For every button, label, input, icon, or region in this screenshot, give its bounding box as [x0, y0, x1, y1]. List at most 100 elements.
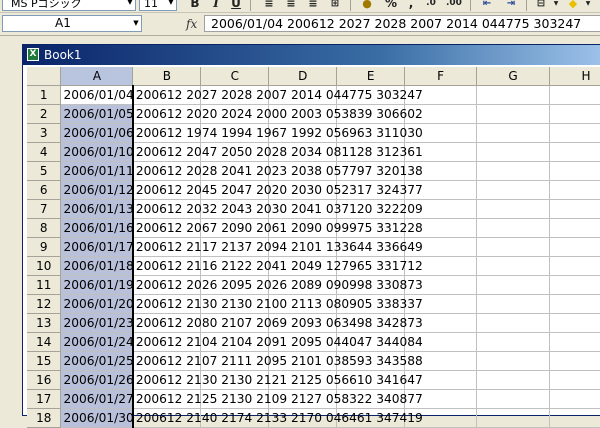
cell-b[interactable]: 200612 2107 2111 2095 2101 038593 343588: [132, 351, 423, 371]
row-header[interactable]: 15: [27, 351, 62, 371]
row-header[interactable]: 8: [27, 218, 62, 238]
percent-button[interactable]: %: [384, 0, 398, 11]
font-size-select[interactable]: 11 ▼: [139, 0, 177, 11]
chevron-down-icon[interactable]: ▼: [552, 0, 560, 11]
cell-h[interactable]: [549, 389, 600, 409]
cell-h[interactable]: [549, 237, 600, 257]
column-header-e[interactable]: E: [336, 67, 406, 86]
cell-b[interactable]: 200612 2028 2041 2023 2038 057797 320138: [132, 161, 423, 181]
excel-icon[interactable]: X: [27, 48, 39, 61]
cell-a[interactable]: 2006/01/20: [60, 294, 134, 314]
row-header[interactable]: 10: [27, 256, 62, 276]
cell-a[interactable]: 2006/01/18: [60, 256, 134, 276]
cell-g[interactable]: [476, 275, 551, 295]
cell-a[interactable]: 2006/01/30: [60, 408, 134, 428]
cell-a[interactable]: 2006/01/27: [60, 389, 134, 409]
cell-b[interactable]: 200612 2045 2047 2020 2030 052317 324377: [132, 180, 423, 200]
column-header-c[interactable]: C: [200, 67, 270, 86]
cell-g[interactable]: [476, 237, 551, 257]
currency-icon[interactable]: ●: [360, 0, 374, 11]
row-header[interactable]: 7: [27, 199, 62, 219]
cell-g[interactable]: [476, 294, 551, 314]
formula-input[interactable]: 2006/01/04 200612 2027 2028 2007 2014 04…: [204, 15, 600, 32]
borders-icon[interactable]: ⊟: [534, 0, 548, 11]
cell-a[interactable]: 2006/01/04: [60, 85, 134, 105]
cell-a[interactable]: 2006/01/06: [60, 123, 134, 143]
cell-b[interactable]: 200612 2026 2095 2026 2089 090998 330873: [132, 275, 423, 295]
cell-h[interactable]: [549, 104, 600, 124]
fx-icon[interactable]: fx: [186, 17, 197, 31]
cell-a[interactable]: 2006/01/25: [60, 351, 134, 371]
cell-a[interactable]: 2006/01/13: [60, 199, 134, 219]
cell-b[interactable]: 200612 2020 2024 2000 2003 053839 306602: [132, 104, 423, 124]
decrease-indent-icon[interactable]: ⇤: [480, 0, 494, 11]
cell-a[interactable]: 2006/01/05: [60, 104, 134, 124]
select-all-corner[interactable]: [27, 67, 62, 86]
cell-g[interactable]: [476, 218, 551, 238]
cell-h[interactable]: [549, 256, 600, 276]
bold-button[interactable]: B: [188, 0, 202, 11]
cell-b[interactable]: 200612 2130 2130 2100 2113 080905 338337: [132, 294, 423, 314]
cell-g[interactable]: [476, 408, 551, 428]
workbook-title-bar[interactable]: X Book1: [23, 45, 600, 65]
column-header-a[interactable]: A: [60, 67, 134, 86]
chevron-down-icon[interactable]: ▼: [131, 16, 141, 31]
row-header[interactable]: 4: [27, 142, 62, 162]
cell-h[interactable]: [549, 294, 600, 314]
column-header-b[interactable]: B: [132, 67, 202, 86]
row-header[interactable]: 5: [27, 161, 62, 181]
cell-g[interactable]: [476, 104, 551, 124]
cell-b[interactable]: 200612 2032 2043 2030 2041 037120 322209: [132, 199, 423, 219]
cell-h[interactable]: [549, 199, 600, 219]
align-center-icon[interactable]: ≡: [284, 0, 298, 11]
align-left-icon[interactable]: ≡: [262, 0, 276, 11]
merge-center-icon[interactable]: ⊞: [328, 0, 342, 11]
cell-g[interactable]: [476, 256, 551, 276]
row-header[interactable]: 3: [27, 123, 62, 143]
cell-h[interactable]: [549, 180, 600, 200]
cell-g[interactable]: [476, 313, 551, 333]
row-header[interactable]: 12: [27, 294, 62, 314]
cell-h[interactable]: [549, 142, 600, 162]
cell-a[interactable]: 2006/01/23: [60, 313, 134, 333]
increase-indent-icon[interactable]: ⇥: [504, 0, 518, 11]
cell-b[interactable]: 200612 2140 2174 2133 2170 046461 347419: [132, 408, 423, 428]
decrease-decimal-icon[interactable]: .00: [446, 0, 462, 11]
chevron-down-icon[interactable]: ▼: [125, 0, 135, 10]
align-right-icon[interactable]: ≡: [306, 0, 320, 11]
cell-g[interactable]: [476, 370, 551, 390]
row-header[interactable]: 17: [27, 389, 62, 409]
row-header[interactable]: 18: [27, 408, 62, 428]
cell-a[interactable]: 2006/01/10: [60, 142, 134, 162]
name-box[interactable]: A1 ▼: [2, 15, 142, 32]
column-header-g[interactable]: G: [476, 67, 551, 86]
row-header[interactable]: 6: [27, 180, 62, 200]
cell-a[interactable]: 2006/01/24: [60, 332, 134, 352]
column-header-f[interactable]: F: [404, 67, 478, 86]
cell-b[interactable]: 200612 2047 2050 2028 2034 081128 312361: [132, 142, 423, 162]
cell-b[interactable]: 200612 2027 2028 2007 2014 044775 303247: [132, 85, 423, 105]
cell-g[interactable]: [476, 85, 551, 105]
italic-button[interactable]: I: [210, 0, 222, 11]
cell-b[interactable]: 200612 2130 2130 2121 2125 056610 341647: [132, 370, 423, 390]
font-name-select[interactable]: MS Pゴシック ▼: [2, 0, 136, 11]
cell-h[interactable]: [549, 161, 600, 181]
chevron-down-icon[interactable]: ▼: [166, 0, 176, 10]
cell-b[interactable]: 200612 2125 2130 2109 2127 058322 340877: [132, 389, 423, 409]
row-header[interactable]: 9: [27, 237, 62, 257]
row-header[interactable]: 1: [27, 85, 62, 105]
cell-h[interactable]: [549, 351, 600, 371]
cell-g[interactable]: [476, 389, 551, 409]
comma-button[interactable]: ,: [406, 0, 416, 11]
cell-b[interactable]: 200612 2104 2104 2091 2095 044047 344084: [132, 332, 423, 352]
underline-button[interactable]: U: [230, 0, 242, 11]
cell-a[interactable]: 2006/01/12: [60, 180, 134, 200]
row-header[interactable]: 2: [27, 104, 62, 124]
cell-h[interactable]: [549, 332, 600, 352]
increase-decimal-icon[interactable]: .0: [424, 0, 438, 11]
cell-h[interactable]: [549, 275, 600, 295]
row-header[interactable]: 13: [27, 313, 62, 333]
cell-h[interactable]: [549, 123, 600, 143]
cell-a[interactable]: 2006/01/19: [60, 275, 134, 295]
column-header-h[interactable]: H: [549, 67, 600, 86]
